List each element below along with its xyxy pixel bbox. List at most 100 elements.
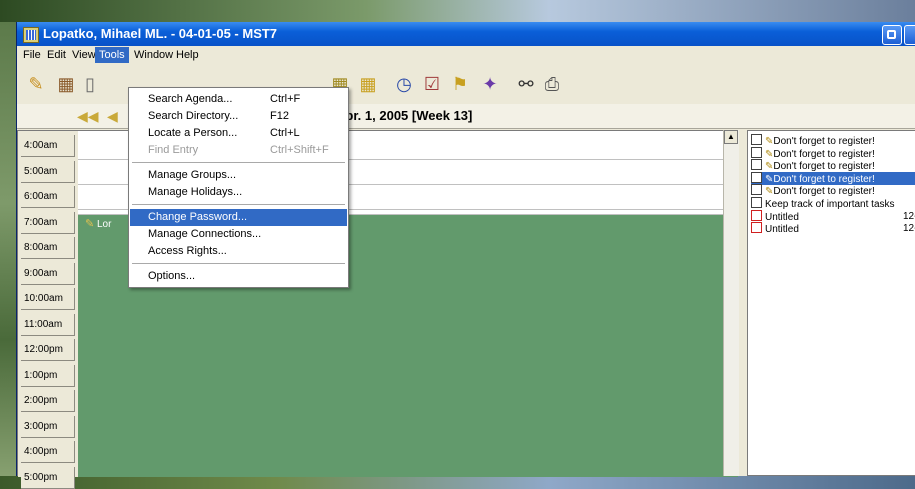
- task-checkbox[interactable]: [751, 222, 762, 234]
- menu-item-shortcut: Ctrl+F: [270, 93, 301, 105]
- task-due: 12-1: [903, 223, 915, 235]
- menu-item-manage-groups[interactable]: Manage Groups...: [130, 167, 347, 184]
- menu-edit[interactable]: Edit: [43, 47, 70, 63]
- task-item[interactable]: Keep track of important tasks: [751, 197, 915, 210]
- day-calendar: ✎ Lor ] 4:00am5:00am6:00am7:00am8:00am9:…: [17, 130, 739, 489]
- menu-bar: File Edit View Tools Window Help: [17, 46, 915, 64]
- task-label: Don't forget to register!: [773, 136, 875, 147]
- menu-item-label: Manage Holidays...: [148, 186, 243, 198]
- menu-item-find-entry[interactable]: Find Entry Ctrl+Shift+F: [130, 142, 347, 159]
- time-label: 7:00am: [21, 211, 75, 234]
- menu-item-change-password[interactable]: Change Password...: [130, 209, 347, 226]
- task-checkbox[interactable]: [751, 159, 762, 171]
- desktop-background-left: [0, 22, 16, 476]
- month-view-icon[interactable]: ▦: [357, 73, 379, 95]
- menu-item-options[interactable]: Options...: [130, 268, 347, 285]
- calendar-scrollbar[interactable]: [723, 130, 740, 476]
- menu-item-search-agenda[interactable]: Search Agenda... Ctrl+F: [130, 91, 347, 108]
- menu-item-label: Options...: [148, 270, 196, 282]
- menu-item-manage-connections[interactable]: Manage Connections...: [130, 226, 347, 243]
- task-checkbox[interactable]: [751, 146, 762, 158]
- menu-item-label: Change Password...: [148, 211, 248, 223]
- menu-separator: [132, 263, 345, 264]
- menu-item-shortcut: Ctrl+Shift+F: [270, 144, 329, 156]
- task-label: Untitled: [765, 224, 799, 236]
- task-checkbox[interactable]: [751, 134, 762, 145]
- time-label: 10:00am: [21, 288, 75, 310]
- title-bar[interactable]: Lopatko, Mihael ML. - 04-01-05 - MST7: [17, 22, 915, 46]
- menu-item-search-directory[interactable]: Search Directory... F12: [130, 108, 347, 125]
- task-checkbox[interactable]: [751, 184, 762, 196]
- calendar-icon[interactable]: ▦: [55, 73, 77, 95]
- task-item[interactable]: ✎Don't forget to register!: [751, 134, 915, 147]
- task-checkbox[interactable]: [751, 197, 762, 208]
- task-due: 12-1: [903, 210, 915, 222]
- task-item[interactable]: Untitled 12-1: [751, 222, 915, 235]
- minimize-button[interactable]: [882, 25, 902, 45]
- task-item[interactable]: ✎Don't forget to register!: [751, 159, 915, 172]
- menu-tools[interactable]: Tools: [95, 47, 129, 63]
- previous-day-icon[interactable]: ◀: [107, 108, 118, 125]
- menu-separator: [132, 162, 345, 163]
- menu-item-label: Manage Groups...: [148, 169, 237, 181]
- pin-icon[interactable]: ✦: [479, 73, 501, 95]
- event-label[interactable]: ✎ Lor: [85, 217, 111, 230]
- task-list: ✎Don't forget to register! ✎Don't forget …: [747, 130, 915, 476]
- calendar-app-icon: [23, 27, 39, 43]
- menu-item-label: Manage Connections...: [148, 228, 262, 240]
- menu-item-locate-person[interactable]: Locate a Person... Ctrl+L: [130, 125, 347, 142]
- task-icon[interactable]: ☑: [421, 73, 443, 95]
- time-label: 12:00pm: [21, 339, 75, 361]
- flag-icon[interactable]: ⚑: [449, 73, 471, 95]
- tools-menu: Search Agenda... Ctrl+F Search Directory…: [128, 87, 349, 288]
- menu-item-access-rights[interactable]: Access Rights...: [130, 243, 347, 260]
- menu-item-label: Access Rights...: [148, 245, 227, 257]
- time-label: 11:00am: [21, 313, 75, 336]
- time-label: 1:00pm: [21, 364, 75, 387]
- menu-item-manage-holidays[interactable]: Manage Holidays...: [130, 184, 347, 201]
- desktop-background-top: [0, 0, 915, 22]
- time-label: 5:00pm: [21, 466, 75, 489]
- menu-item-label: Locate a Person...: [148, 127, 238, 139]
- task-label: Don't forget to register!: [773, 161, 875, 173]
- maximize-button[interactable]: [904, 25, 915, 45]
- menu-item-label: Search Directory...: [148, 110, 239, 122]
- task-item[interactable]: ✎Don't forget to register!: [751, 146, 915, 160]
- printer-icon[interactable]: ⎙: [541, 73, 563, 95]
- menu-item-label: Search Agenda...: [148, 93, 233, 105]
- task-checkbox[interactable]: [751, 171, 762, 183]
- time-label: 4:00pm: [21, 441, 75, 463]
- task-label: Untitled: [765, 211, 799, 223]
- task-item[interactable]: ✎Don't forget to register!: [751, 184, 915, 197]
- task-label: Keep track of important tasks: [765, 199, 895, 210]
- task-item[interactable]: ✎Don't forget to register!: [751, 171, 915, 185]
- panel-splitter[interactable]: [739, 130, 747, 476]
- event-title: Lor: [97, 219, 112, 230]
- notes-icon[interactable]: ▯: [79, 73, 101, 95]
- time-label: 3:00pm: [21, 415, 75, 438]
- task-item[interactable]: Untitled 12-1: [751, 209, 915, 223]
- time-label: 2:00pm: [21, 390, 75, 412]
- menu-file[interactable]: File: [19, 47, 45, 63]
- menu-window[interactable]: Window: [130, 47, 177, 63]
- new-entry-icon[interactable]: ✎: [25, 73, 47, 95]
- time-label: 6:00am: [21, 186, 75, 208]
- window-title: Lopatko, Mihael ML. - 04-01-05 - MST7: [43, 26, 278, 41]
- task-checkbox[interactable]: [751, 209, 762, 221]
- time-label: 4:00am: [21, 135, 75, 157]
- menu-help[interactable]: Help: [172, 47, 203, 63]
- binoculars-icon[interactable]: ⚯: [515, 73, 537, 95]
- previous-week-icon[interactable]: ◀◀: [77, 108, 99, 125]
- pencil-icon: ✎: [85, 218, 95, 230]
- scroll-up-icon[interactable]: ▲: [724, 130, 738, 144]
- clock-icon[interactable]: ◷: [393, 73, 415, 95]
- task-label: Don't forget to register!: [773, 186, 875, 198]
- time-label: 5:00am: [21, 160, 75, 183]
- menu-item-shortcut: Ctrl+L: [270, 127, 300, 139]
- time-label: 8:00am: [21, 237, 75, 259]
- menu-item-shortcut: F12: [270, 110, 289, 122]
- app-window: Lopatko, Mihael ML. - 04-01-05 - MST7 Fi…: [16, 22, 915, 489]
- task-label: Don't forget to register!: [773, 173, 875, 185]
- task-label: Don't forget to register!: [773, 148, 875, 160]
- time-label: 9:00am: [21, 262, 75, 285]
